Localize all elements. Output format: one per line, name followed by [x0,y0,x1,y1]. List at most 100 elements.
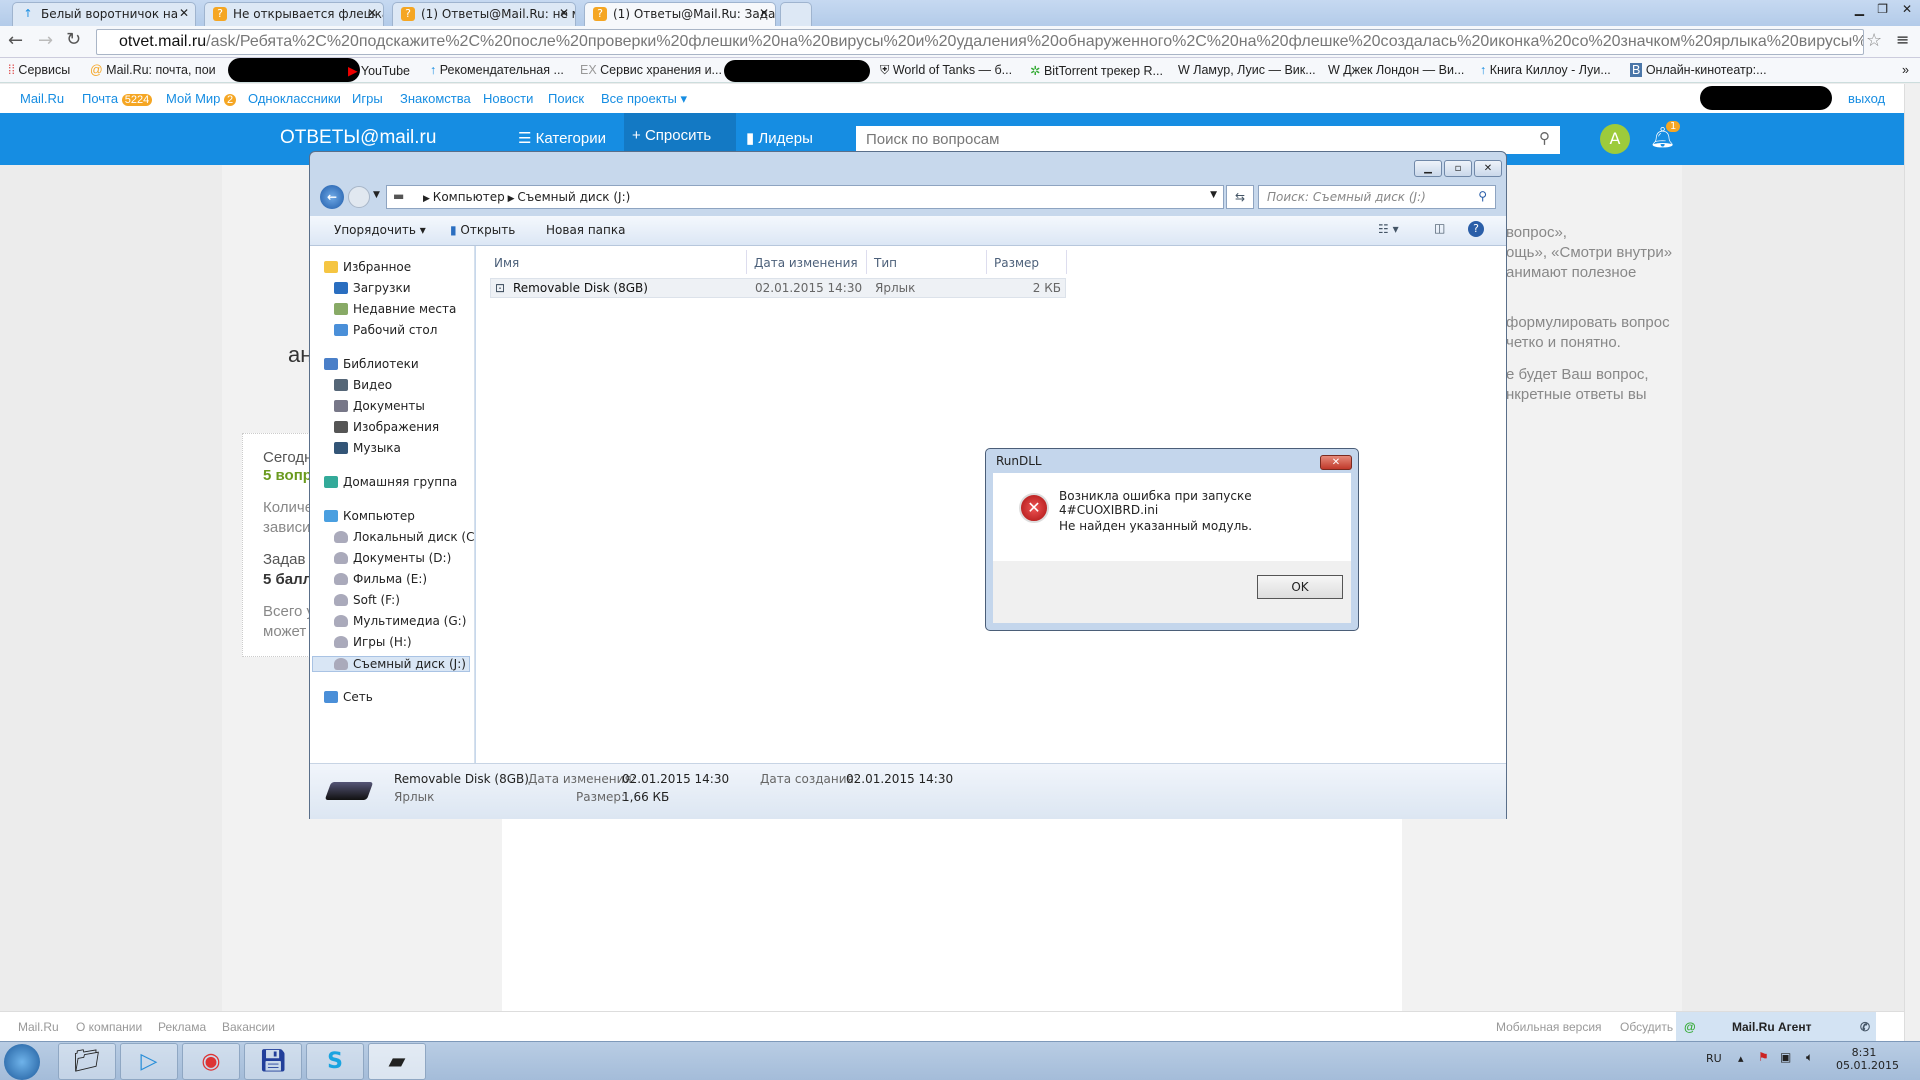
back-icon[interactable]: ← [8,30,23,51]
breadcrumb[interactable]: ▬ ▶ Компьютер ▶ Съемный диск (J:) ▼ [386,185,1224,209]
bookmark[interactable]: ✲ BitTorrent трекер R... [1030,63,1163,78]
breadcrumb-drive[interactable]: Съемный диск (J:) [517,190,630,204]
view-options-icon[interactable]: ☷ ▾ [1378,222,1399,236]
network-tray-icon[interactable]: ▣ [1780,1050,1791,1064]
nav-mailru[interactable]: Mail.Ru [20,91,64,106]
new-folder-button[interactable]: Новая папка [546,223,625,237]
nav-search[interactable]: Поиск [548,91,584,106]
save-taskbar-icon[interactable]: 💾︎ [244,1043,302,1080]
categories-button[interactable]: ☰ Категории [518,129,606,147]
tab-1[interactable]: ↑ Белый воротничок на ✕ [12,2,196,26]
bookmark[interactable]: W Ламур, Луис — Вик... [1178,63,1316,77]
menu-icon[interactable]: ≡ [1896,30,1909,49]
chrome-taskbar-icon[interactable]: ◉ [182,1043,240,1080]
nav-item-documents[interactable]: Документы [334,399,425,413]
url-input[interactable]: otvet.mail.ru/ask/Ребята%2C%20подскажите… [96,29,1864,55]
bookmark-apps[interactable]: ⁞⁞ Сервисы [8,63,70,77]
preview-pane-icon[interactable]: ◫ [1434,221,1445,235]
nav-item-drive[interactable]: Документы (D:) [334,551,451,565]
nav-item-computer[interactable]: Компьютер [324,509,415,523]
skype-taskbar-icon[interactable]: S [306,1043,364,1080]
page-scrollbar[interactable] [1904,84,1920,1041]
tab-4[interactable]: ? (1) Ответы@Mail.Ru: Зада ✕ [584,2,776,26]
avatar[interactable]: A [1600,124,1630,154]
nav-item-drive[interactable]: Съемный диск (J:) [312,656,470,672]
logout-link[interactable]: выход [1848,91,1885,106]
tray-flag-icon[interactable]: ⚑ [1758,1050,1769,1064]
drive-taskbar-icon[interactable]: ▰ [368,1043,426,1080]
forward-icon[interactable]: → [38,30,53,51]
player-taskbar-icon[interactable]: ▷ [120,1043,178,1080]
dialog-close-button[interactable]: ✕ [1320,455,1352,470]
nav-news[interactable]: Новости [483,91,533,106]
nav-mymir[interactable]: Мой Мир 2 [166,91,237,106]
column-size[interactable]: Размер [994,256,1039,270]
bookmark[interactable]: ⛨ World of Tanks — б... [880,63,1012,78]
explorer-taskbar-icon[interactable]: 📁︎ [58,1043,116,1080]
nav-mail[interactable]: Почта 5224 [82,91,153,106]
close-tab-icon[interactable]: ✕ [367,6,377,20]
bookmark[interactable]: @ Mail.Ru: почта, пои [90,63,216,77]
close-tab-icon[interactable]: ✕ [179,6,189,20]
explorer-search-input[interactable]: Поиск: Съемный диск (J:) ⚲ [1258,185,1496,209]
organize-button[interactable]: Упорядочить ▾ [334,223,426,237]
nav-item-video[interactable]: Видео [334,378,392,392]
maximize-button[interactable]: ▫ [1444,160,1472,177]
column-type[interactable]: Тип [874,256,897,270]
close-button[interactable]: ✕ [1474,160,1502,177]
reload-icon[interactable]: ↻ [66,29,81,50]
bookmark[interactable]: ↑ Рекомендательная ... [430,63,564,77]
file-row[interactable]: ⊡ Removable Disk (8GB) 02.01.2015 14:30 … [490,278,1066,298]
bookmark[interactable]: B Онлайн-кинотеатр:... [1630,63,1767,77]
question-search-input[interactable]: Поиск по вопросам ⚲ [856,126,1560,154]
nav-item-library[interactable]: Библиотеки [324,357,419,371]
start-button[interactable] [4,1044,40,1080]
close-tab-icon[interactable]: ✕ [759,6,769,20]
tab-2[interactable]: ? Не открывается флешка ✕ [204,2,384,26]
nav-item-drive[interactable]: Фильма (E:) [334,572,427,586]
clock[interactable]: 8:31 05.01.2015 [1836,1046,1899,1072]
nav-item-drive[interactable]: Soft (F:) [334,593,400,607]
column-name[interactable]: Имя [494,256,519,270]
minimize-button[interactable]: ▁ [1414,160,1442,177]
forward-button[interactable] [348,186,370,208]
ok-button[interactable]: OK [1257,575,1343,599]
leaders-button[interactable]: ▮ Лидеры [746,129,813,147]
nav-item-drive[interactable]: Мультимедиа (G:) [334,614,466,628]
footer-link[interactable]: О компании [76,1020,142,1034]
nav-dating[interactable]: Знакомства [400,91,471,106]
nav-item-recent[interactable]: Недавние места [334,302,456,316]
bookmark[interactable]: EX Сервис хранения и... [580,63,722,77]
minimize-icon[interactable]: ▁ [1855,2,1864,16]
nav-ok[interactable]: Одноклассники [248,91,341,106]
tray-expand-icon[interactable]: ▴ [1738,1052,1744,1065]
bookmark[interactable]: ↑ Книга Киллоу - Луи... [1480,63,1611,77]
footer-link[interactable]: Вакансии [222,1020,275,1034]
logo[interactable]: ОТВЕТЫ@mail.ru [280,127,436,149]
nav-item-drive[interactable]: Игры (H:) [334,635,412,649]
restore-icon[interactable]: ❐ [1877,2,1888,16]
footer-link[interactable]: Мобильная версия [1496,1020,1602,1034]
bookmark[interactable]: W Джек Лондон — Ви... [1328,63,1464,77]
nav-games[interactable]: Игры [352,91,383,106]
close-icon[interactable]: ✕ [1902,2,1912,16]
nav-item-star[interactable]: Избранное [324,260,411,274]
star-icon[interactable]: ☆ [1866,30,1882,51]
nav-item-drive[interactable]: Локальный диск (C [334,530,474,544]
close-tab-icon[interactable]: ✕ [559,6,569,20]
open-button[interactable]: ▮ Открыть [450,223,515,237]
back-button[interactable]: ← [320,185,344,209]
footer-link[interactable]: Mail.Ru [18,1020,59,1034]
nav-item-desktop[interactable]: Рабочий стол [334,323,437,337]
footer-link[interactable]: Обсудить [1620,1020,1673,1034]
help-icon[interactable]: ? [1468,221,1484,237]
volume-icon[interactable]: 🔈︎ [1806,1050,1813,1065]
language-indicator[interactable]: RU [1706,1052,1722,1065]
nav-item-music[interactable]: Музыка [334,441,401,455]
new-tab-button[interactable] [780,2,812,26]
column-modified[interactable]: Дата изменения [754,256,858,270]
history-dropdown-icon[interactable]: ▼ [373,190,380,200]
nav-item-pictures[interactable]: Изображения [334,420,439,434]
nav-item-downloads[interactable]: Загрузки [334,281,411,295]
bookmark[interactable]: ▶ YouTube [348,63,410,78]
